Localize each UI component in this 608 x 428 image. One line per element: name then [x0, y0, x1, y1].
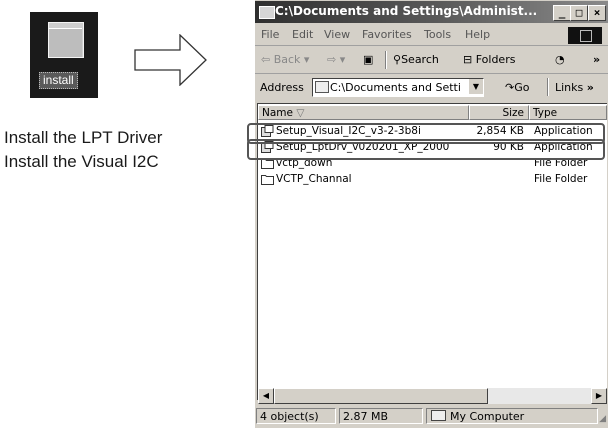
go-arrow-icon: ↷	[505, 81, 515, 94]
close-button[interactable]: ×	[588, 5, 606, 21]
search-label: Search	[401, 53, 439, 66]
address-label: Address	[260, 81, 304, 94]
sort-down-icon: ▽	[296, 107, 305, 119]
column-size-header[interactable]: Size	[469, 105, 529, 120]
address-dropdown-icon[interactable]: ▼	[468, 79, 483, 94]
back-label: Back	[273, 53, 301, 66]
status-bar: 4 object(s) 2.87 MB My Computer ◢	[255, 406, 608, 428]
links-button[interactable]: Links »	[555, 81, 594, 94]
history-button[interactable]: ◔	[555, 53, 565, 66]
menu-tools[interactable]: Tools	[424, 28, 451, 41]
scroll-right-icon[interactable]: ▶	[591, 388, 607, 404]
window-folder-icon	[259, 6, 275, 19]
search-button[interactable]: ⚲Search	[393, 53, 439, 66]
minimize-button[interactable]: _	[553, 5, 571, 21]
file-row[interactable]: VCTP_Channal File Folder	[258, 172, 607, 187]
toolbar-overflow-icon[interactable]: »	[593, 53, 600, 66]
caption-lpt-driver: Install the LPT Driver	[4, 128, 163, 147]
go-label: Go	[514, 81, 530, 94]
folders-icon: ⊟	[463, 53, 473, 66]
address-value: C:\Documents and Setti	[330, 81, 461, 94]
folders-label: Folders	[475, 53, 516, 66]
status-location: My Computer	[450, 410, 525, 423]
menu-file[interactable]: File	[261, 28, 279, 41]
links-label: Links	[555, 81, 584, 94]
folder-icon	[48, 22, 84, 58]
history-icon: ◔	[555, 53, 565, 66]
window-title: C:\Documents and Settings\Administ...	[275, 4, 538, 18]
menu-favorites[interactable]: Favorites	[362, 28, 412, 41]
address-folder-icon	[315, 81, 329, 93]
folders-button[interactable]: ⊟ Folders	[463, 53, 515, 66]
menu-view[interactable]: View	[324, 28, 350, 41]
back-arrow-icon: ⇦	[261, 53, 271, 66]
forward-button[interactable]: ⇨ ▾	[327, 53, 345, 66]
address-input[interactable]: C:\Documents and Setti ▼	[312, 78, 484, 97]
desktop-icon-label: install	[39, 72, 78, 89]
status-size: 2.87 MB	[339, 408, 423, 424]
column-type-header[interactable]: Type	[529, 105, 607, 120]
address-bar: Address C:\Documents and Setti ▼ ↷Go Lin…	[255, 75, 608, 100]
menu-help[interactable]: Help	[465, 28, 490, 41]
horizontal-scrollbar[interactable]: ◀ ▶	[258, 388, 607, 404]
up-folder-button[interactable]: ▣	[363, 53, 373, 66]
forward-arrow-icon: ⇨	[327, 53, 337, 66]
maximize-button[interactable]: □	[570, 5, 588, 21]
computer-icon	[431, 410, 446, 421]
search-icon: ⚲	[393, 53, 402, 66]
go-button[interactable]: ↷Go	[505, 81, 529, 94]
highlight-lpt-driver	[247, 139, 605, 160]
toolbar: ⇦ Back ▾ ⇨ ▾ ▣ ⚲Search ⊟ Folders ◔ »	[255, 47, 608, 74]
scroll-thumb[interactable]	[274, 388, 488, 404]
status-zone: My Computer	[426, 408, 598, 424]
status-object-count: 4 object(s)	[256, 408, 336, 424]
file-name: VCTP_Channal	[276, 173, 352, 185]
scroll-left-icon[interactable]: ◀	[258, 388, 274, 404]
menu-edit[interactable]: Edit	[292, 28, 313, 41]
back-button[interactable]: ⇦ Back ▾	[261, 53, 309, 66]
caption-visual-i2c: Install the Visual I2C	[4, 152, 159, 171]
explorer-window: C:\Documents and Settings\Administ... _ …	[255, 0, 608, 428]
file-type: File Folder	[534, 173, 588, 185]
up-folder-icon: ▣	[363, 53, 374, 66]
folder-icon	[261, 175, 274, 185]
right-arrow-icon	[134, 34, 207, 86]
desktop-install-folder[interactable]: install	[30, 12, 98, 98]
column-name-label: Name	[262, 107, 293, 119]
title-bar[interactable]: C:\Documents and Settings\Administ... _ …	[255, 1, 608, 23]
menu-bar: File Edit View Favorites Tools Help	[255, 25, 608, 46]
column-name-header[interactable]: Name ▽	[258, 105, 469, 120]
resize-grip-icon[interactable]: ◢	[599, 414, 606, 424]
windows-logo-icon	[568, 27, 602, 44]
